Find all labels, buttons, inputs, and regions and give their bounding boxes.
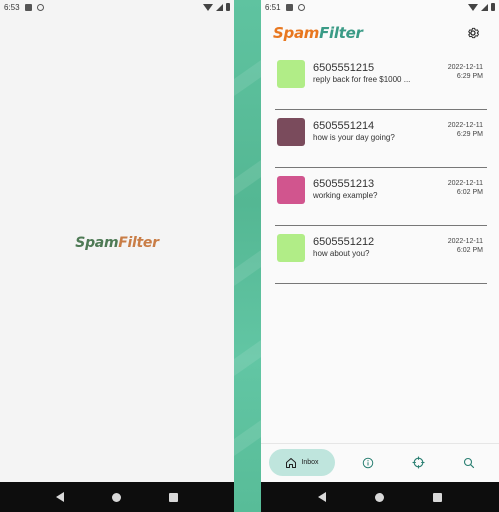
status-bar: 6:53 — [0, 0, 234, 14]
avatar — [277, 176, 305, 204]
back-icon[interactable] — [317, 492, 326, 502]
message-sender: 6505551212 — [313, 236, 375, 248]
wifi-icon — [203, 3, 213, 11]
message-time: 6:02 PM — [456, 189, 483, 196]
app-header: SpamFilter — [261, 14, 499, 52]
settings-button[interactable] — [465, 25, 481, 41]
message-sender: 6505551215 — [313, 62, 375, 74]
tab-target[interactable] — [407, 449, 429, 476]
message-item[interactable]: 6505551214 how is your day going? 2022-1… — [275, 110, 487, 168]
sd-card-icon — [24, 3, 32, 11]
status-time: 6:53 — [4, 2, 20, 12]
logo-filter: Filter — [118, 235, 159, 251]
system-nav-bar — [0, 482, 234, 512]
avatar — [277, 60, 305, 88]
splash-logo: SpamFilter — [0, 235, 234, 251]
message-date: 2022-12-11 — [447, 122, 483, 129]
inbox-screen: 6:51 SpamFilter 6505551215 reply back fo… — [261, 0, 499, 512]
app-logo: SpamFilter — [273, 24, 363, 42]
message-preview: how is your day going? — [313, 133, 395, 142]
logo-filter: Filter — [319, 24, 363, 42]
message-date: 2022-12-11 — [447, 180, 483, 187]
message-item[interactable]: 6505551215 reply back for free $1000 ...… — [275, 52, 487, 110]
message-sender: 6505551213 — [313, 178, 375, 190]
home-circle-icon[interactable] — [374, 492, 384, 502]
sync-icon — [297, 3, 305, 11]
message-time: 6:29 PM — [456, 131, 483, 138]
status-time: 6:51 — [265, 2, 281, 12]
recents-icon[interactable] — [433, 492, 443, 502]
message-item[interactable]: 6505551213 working example? 2022-12-11 6… — [275, 168, 487, 226]
search-icon — [463, 457, 475, 468]
tab-info[interactable] — [357, 449, 379, 476]
signal-icon — [481, 3, 488, 11]
message-date: 2022-12-11 — [447, 64, 483, 71]
divider-stripe — [234, 0, 261, 512]
home-icon — [286, 457, 297, 468]
message-date: 2022-12-11 — [447, 238, 483, 245]
avatar — [277, 118, 305, 146]
home-circle-icon[interactable] — [112, 492, 121, 502]
avatar — [277, 234, 305, 262]
system-nav-bar — [261, 482, 499, 512]
tab-search[interactable] — [458, 449, 480, 476]
message-time: 6:02 PM — [456, 247, 483, 254]
message-list: 6505551215 reply back for free $1000 ...… — [261, 52, 499, 284]
splash-screen: 6:53 SpamFilter — [0, 0, 234, 512]
bottom-tab-bar: Inbox — [261, 443, 499, 482]
signal-icon — [216, 3, 223, 11]
logo-spam: Spam — [273, 24, 320, 42]
battery-icon — [491, 3, 495, 11]
sync-icon — [36, 3, 44, 11]
message-sender: 6505551214 — [313, 120, 375, 132]
wifi-icon — [468, 3, 478, 11]
tab-inbox-label: Inbox — [301, 459, 319, 466]
message-time: 6:29 PM — [456, 73, 483, 80]
message-item[interactable]: 6505551212 how about you? 2022-12-11 6:0… — [275, 226, 487, 284]
gear-icon — [468, 27, 479, 39]
battery-icon — [226, 3, 230, 11]
message-preview: reply back for free $1000 ... — [313, 75, 411, 84]
crosshair-icon — [412, 456, 424, 469]
message-preview: how about you? — [313, 249, 370, 258]
message-preview: working example? — [313, 191, 378, 200]
info-icon — [362, 457, 374, 468]
logo-spam: Spam — [75, 235, 119, 251]
tab-inbox[interactable]: Inbox — [269, 449, 335, 476]
recents-icon[interactable] — [169, 492, 178, 502]
back-icon[interactable] — [56, 492, 64, 502]
status-bar: 6:51 — [261, 0, 499, 14]
sd-card-icon — [285, 3, 293, 11]
